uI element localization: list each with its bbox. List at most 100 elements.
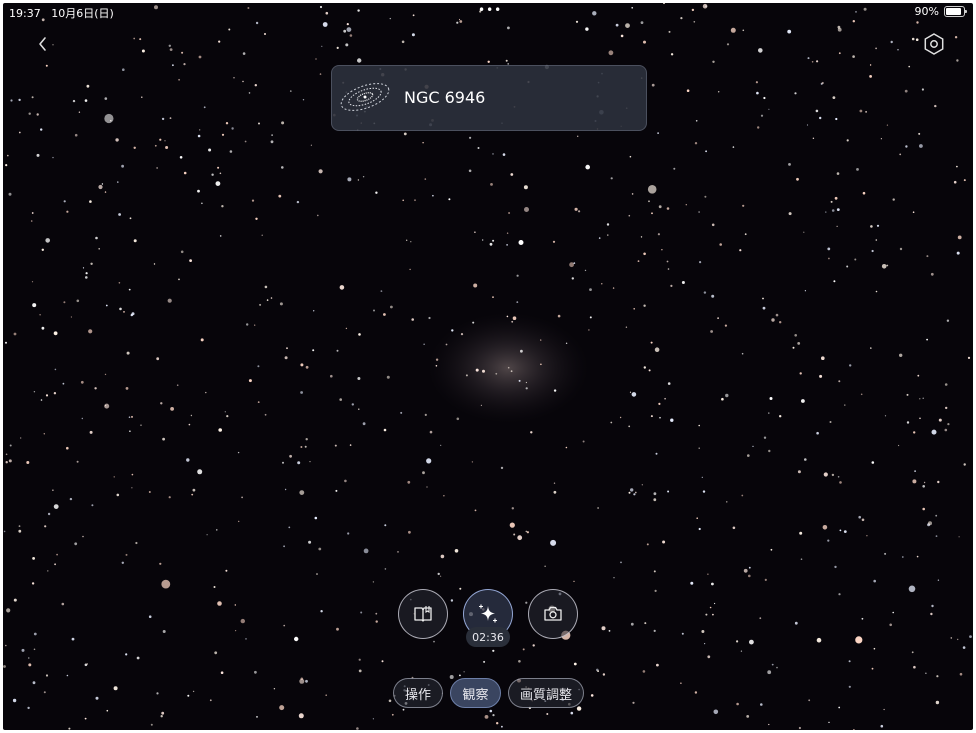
star xyxy=(133,37,136,40)
star xyxy=(28,112,31,115)
guide-button[interactable] xyxy=(398,589,448,639)
star xyxy=(248,379,252,383)
star xyxy=(848,685,851,688)
star xyxy=(32,557,35,560)
tab-operation[interactable]: 操作 xyxy=(393,678,443,708)
star xyxy=(459,674,461,677)
star xyxy=(898,444,900,447)
star xyxy=(32,303,37,308)
back-button[interactable] xyxy=(31,31,53,57)
star xyxy=(962,646,966,649)
star xyxy=(520,349,523,353)
star xyxy=(289,454,292,458)
star xyxy=(273,688,276,690)
star xyxy=(707,573,709,575)
star xyxy=(769,397,773,400)
star xyxy=(66,674,69,677)
star xyxy=(190,414,193,417)
star xyxy=(831,473,835,477)
star xyxy=(31,281,34,283)
star xyxy=(522,648,525,651)
camera-icon xyxy=(544,606,562,621)
star xyxy=(508,212,511,214)
star xyxy=(833,280,836,283)
star xyxy=(873,647,876,650)
star xyxy=(931,604,934,608)
star xyxy=(335,489,338,492)
star xyxy=(472,321,475,324)
star xyxy=(816,637,822,643)
star xyxy=(357,58,362,63)
star xyxy=(6,608,11,613)
star xyxy=(451,329,454,332)
star xyxy=(650,341,653,344)
multitask-dots[interactable]: ••• xyxy=(478,3,502,17)
star xyxy=(53,331,58,336)
star xyxy=(628,491,631,494)
star xyxy=(670,284,673,287)
star xyxy=(54,563,56,566)
star xyxy=(284,488,287,491)
star xyxy=(912,479,917,484)
star xyxy=(759,617,762,620)
star xyxy=(838,593,841,596)
star xyxy=(710,330,713,333)
tab-image-adjust[interactable]: 画質調整 xyxy=(508,678,584,708)
star xyxy=(695,120,698,122)
star xyxy=(632,701,635,704)
star xyxy=(113,686,118,691)
star xyxy=(935,700,940,705)
star xyxy=(873,579,876,583)
star xyxy=(356,727,359,730)
star xyxy=(74,542,78,546)
star xyxy=(875,47,877,50)
star xyxy=(45,674,49,677)
star xyxy=(66,210,69,213)
star xyxy=(757,126,760,129)
star xyxy=(875,290,878,293)
star xyxy=(32,681,36,685)
star xyxy=(658,402,661,405)
star xyxy=(492,296,494,298)
star xyxy=(36,153,40,157)
star xyxy=(386,375,390,379)
star xyxy=(317,214,319,217)
star xyxy=(742,204,745,207)
star xyxy=(203,106,206,109)
star xyxy=(36,113,39,116)
star xyxy=(362,422,366,426)
star xyxy=(220,671,224,674)
star xyxy=(300,677,304,681)
star xyxy=(41,326,45,330)
star xyxy=(779,321,782,324)
star xyxy=(5,453,8,456)
star xyxy=(440,554,445,559)
star xyxy=(10,99,13,102)
star xyxy=(702,490,706,493)
exposure-timer: 02:36 xyxy=(466,627,510,647)
star xyxy=(584,269,587,272)
star xyxy=(839,529,842,532)
star xyxy=(121,561,125,564)
star xyxy=(880,138,883,140)
star xyxy=(740,650,743,652)
star xyxy=(141,49,145,53)
star xyxy=(165,146,169,149)
star xyxy=(161,711,165,715)
star xyxy=(892,611,894,614)
star xyxy=(860,393,863,396)
star xyxy=(659,416,661,419)
tab-observation[interactable]: 観察 xyxy=(450,678,501,708)
settings-button[interactable] xyxy=(921,31,947,57)
star xyxy=(5,644,7,647)
star xyxy=(643,40,646,44)
capture-button[interactable] xyxy=(528,589,578,639)
star xyxy=(304,445,307,448)
star xyxy=(258,122,260,125)
star xyxy=(937,480,940,484)
star xyxy=(300,446,303,448)
target-info-card[interactable]: NGC 6946 xyxy=(331,65,647,131)
star xyxy=(305,679,308,683)
star xyxy=(642,670,646,673)
star xyxy=(3,665,6,668)
